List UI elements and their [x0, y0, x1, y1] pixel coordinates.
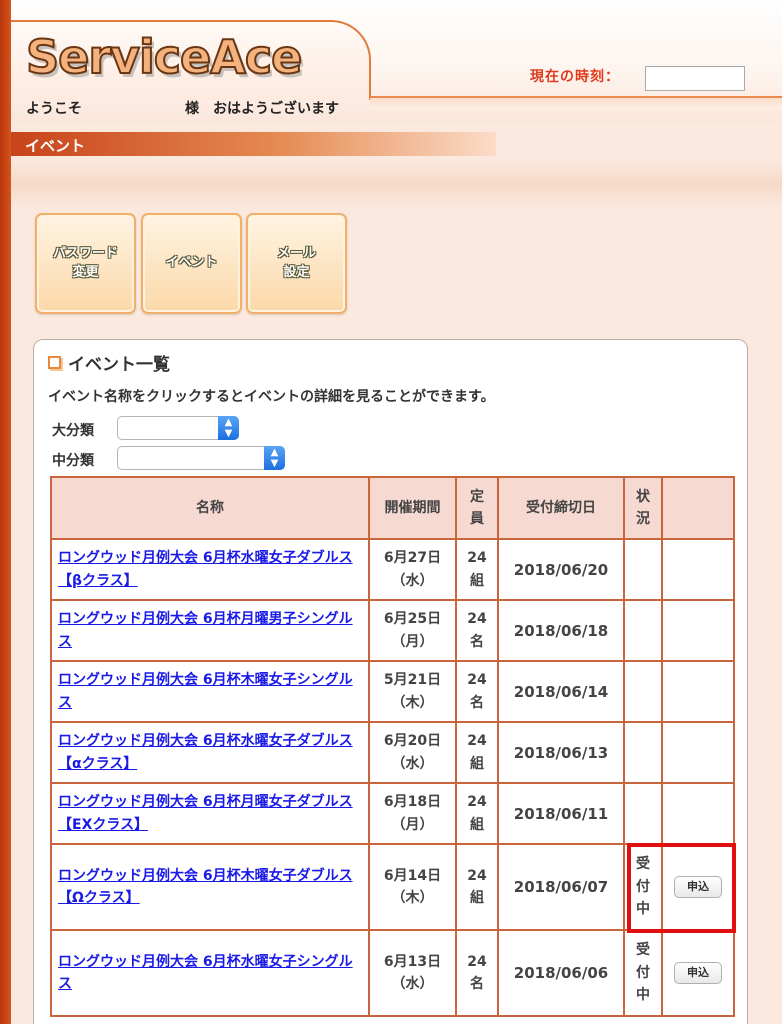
event-action-cell	[661, 782, 735, 845]
event-period-cell: 6月20日 （水）	[368, 721, 457, 784]
table-row: ロングウッド月例大会 6月杯水曜女子シングルス 6月13日 （水） 24 名 2018…	[50, 929, 735, 1017]
header-action	[661, 476, 735, 540]
header-capacity: 定 員	[455, 476, 499, 540]
event-period-cell: 6月18日 （月）	[368, 782, 457, 845]
header-name: 名称	[50, 476, 370, 540]
event-name-link[interactable]: ロングウッド月例大会 6月杯月曜女子ダブルス【EXクラス】	[58, 794, 353, 832]
event-capacity-cell: 24 組	[455, 843, 499, 931]
event-name-cell: ロングウッド月例大会 6月杯月曜男子シングルス	[50, 599, 370, 662]
event-name-link[interactable]: ロングウッド月例大会 6月杯月曜男子シングルス	[58, 611, 353, 649]
decorative-band	[11, 160, 782, 208]
section-title: イベント	[25, 137, 86, 155]
section-header-bar: イベント	[11, 132, 496, 156]
panel-title: イベント一覧	[48, 350, 170, 375]
event-period-cell: 6月13日 （水）	[368, 929, 457, 1017]
event-deadline-cell: 2018/06/06	[497, 929, 625, 1017]
event-name-cell: ロングウッド月例大会 6月杯木曜女子シングルス	[50, 660, 370, 723]
event-deadline-cell: 2018/06/14	[497, 660, 625, 723]
event-name-link[interactable]: ロングウッド月例大会 6月杯木曜女子シングルス	[58, 672, 353, 710]
event-name-cell: ロングウッド月例大会 6月杯水曜女子シングルス	[50, 929, 370, 1017]
select-updown-icon: ▲ ▼	[218, 416, 239, 440]
event-status-cell	[623, 721, 663, 784]
header-deadline: 受付締切日	[497, 476, 625, 540]
event-name-link[interactable]: ロングウッド月例大会 6月杯水曜女子ダブルス【αクラス】	[58, 733, 353, 771]
event-action-cell	[661, 721, 735, 784]
event-capacity-cell: 24 組	[455, 782, 499, 845]
event-capacity-cell: 24 組	[455, 538, 499, 601]
event-status-cell	[623, 599, 663, 662]
event-deadline-cell: 2018/06/20	[497, 538, 625, 601]
event-period-cell: 5月21日 （木）	[368, 660, 457, 723]
table-header-row: 名称 開催期間 定 員 受付締切日 状 況	[50, 476, 735, 540]
event-capacity-cell: 24 組	[455, 721, 499, 784]
header-divider	[370, 96, 782, 110]
event-status-cell: 受 付 中	[623, 929, 663, 1017]
panel-title-text: イベント一覧	[68, 355, 170, 375]
event-status-cell	[623, 660, 663, 723]
panel-description: イベント名称をクリックするとイベントの詳細を見ることができます。	[48, 389, 495, 405]
nav-event-button[interactable]: イベント	[141, 213, 242, 314]
event-deadline-cell: 2018/06/13	[497, 721, 625, 784]
event-period-cell: 6月14日 （木）	[368, 843, 457, 931]
event-period-cell: 6月25日 （月）	[368, 599, 457, 662]
event-deadline-cell: 2018/06/07	[497, 843, 625, 931]
current-time-label: 現在の時刻：	[530, 69, 620, 85]
event-action-cell	[661, 660, 735, 723]
event-capacity-cell: 24 名	[455, 599, 499, 662]
event-name-cell: ロングウッド月例大会 6月杯木曜女子ダブルス【Ωクラス】	[50, 843, 370, 931]
event-action-cell: 申込	[661, 929, 735, 1017]
event-table: 名称 開催期間 定 員 受付締切日 状 況 ロングウッド月例大会 6月杯水曜女子…	[50, 476, 735, 1017]
table-row: ロングウッド月例大会 6月杯月曜女子ダブルス【EXクラス】 6月18日 （月） 24…	[50, 782, 735, 845]
event-period-cell: 6月27日 （水）	[368, 538, 457, 601]
welcome-prefix: ようこそ	[26, 101, 82, 117]
square-bullet-icon	[48, 356, 61, 369]
select-updown-icon: ▲ ▼	[264, 446, 285, 470]
event-deadline-cell: 2018/06/11	[497, 782, 625, 845]
minor-category-label: 中分類	[52, 453, 94, 469]
table-row: ロングウッド月例大会 6月杯月曜男子シングルス 6月25日 （月） 24 名 2018…	[50, 599, 735, 662]
event-name-cell: ロングウッド月例大会 6月杯水曜女子ダブルス【αクラス】	[50, 721, 370, 784]
major-category-select[interactable]: ▲ ▼	[117, 416, 239, 440]
event-capacity-cell: 24 名	[455, 660, 499, 723]
left-accent-stripe	[0, 0, 11, 1024]
welcome-suffix: 様 おはようございます	[185, 101, 339, 117]
major-category-label: 大分類	[52, 423, 94, 439]
event-status-cell	[623, 538, 663, 601]
apply-button[interactable]: 申込	[674, 876, 722, 898]
event-capacity-cell: 24 名	[455, 929, 499, 1017]
table-row: ロングウッド月例大会 6月杯水曜女子ダブルス【βクラス】 6月27日 （水） 24 …	[50, 538, 735, 601]
event-name-cell: ロングウッド月例大会 6月杯水曜女子ダブルス【βクラス】	[50, 538, 370, 601]
table-row: ロングウッド月例大会 6月杯木曜女子シングルス 5月21日 （木） 24 名 2018…	[50, 660, 735, 723]
event-action-cell	[661, 538, 735, 601]
event-name-link[interactable]: ロングウッド月例大会 6月杯木曜女子ダブルス【Ωクラス】	[58, 868, 353, 906]
event-name-link[interactable]: ロングウッド月例大会 6月杯水曜女子ダブルス【βクラス】	[58, 550, 353, 588]
current-time-field	[645, 66, 745, 91]
header-period: 開催期間	[368, 476, 457, 540]
event-name-cell: ロングウッド月例大会 6月杯月曜女子ダブルス【EXクラス】	[50, 782, 370, 845]
event-status-cell: 受 付 中	[623, 843, 663, 931]
event-list-panel: イベント一覧 イベント名称をクリックするとイベントの詳細を見ることができます。 …	[33, 339, 748, 1024]
event-name-link[interactable]: ロングウッド月例大会 6月杯水曜女子シングルス	[58, 954, 353, 992]
apply-button[interactable]: 申込	[674, 962, 722, 984]
event-action-cell	[661, 599, 735, 662]
nav-mail-settings-button[interactable]: メール 設定	[246, 213, 347, 314]
minor-category-select[interactable]: ▲ ▼	[117, 446, 285, 470]
nav-password-change-button[interactable]: パスワード 変更	[35, 213, 136, 314]
event-status-cell	[623, 782, 663, 845]
table-row: ロングウッド月例大会 6月杯水曜女子ダブルス【αクラス】 6月20日 （水） 24 …	[50, 721, 735, 784]
table-row: ロングウッド月例大会 6月杯木曜女子ダブルス【Ωクラス】 6月14日 （木） 24 …	[50, 843, 735, 931]
header-status: 状 況	[623, 476, 663, 540]
service-ace-logo[interactable]: ServiceAce	[25, 29, 303, 85]
event-deadline-cell: 2018/06/18	[497, 599, 625, 662]
event-action-cell: 申込	[661, 843, 735, 931]
